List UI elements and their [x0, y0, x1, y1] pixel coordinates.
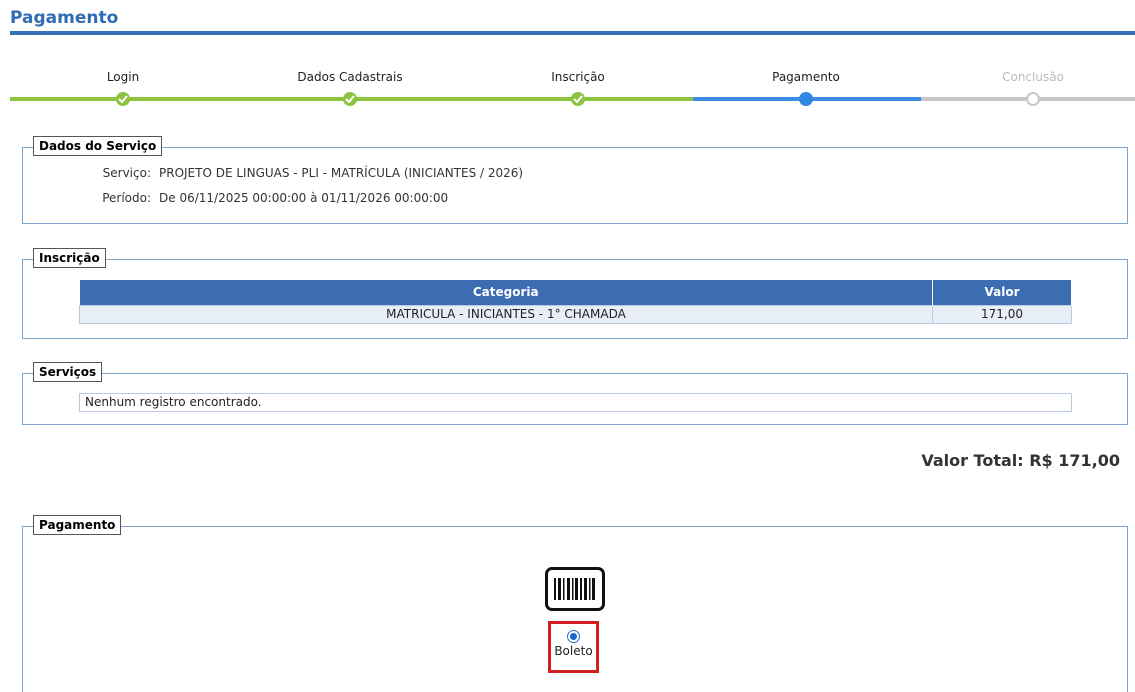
service-legend: Dados do Serviço	[33, 136, 163, 156]
pending-step-dot	[1026, 92, 1040, 106]
table-header-row: Categoria Valor	[79, 280, 1072, 305]
title-divider	[10, 31, 1135, 35]
period-row: Período: De 06/11/2025 00:00:00 à 01/11/2…	[83, 191, 448, 205]
step-pagamento: Pagamento	[772, 70, 840, 84]
step-conclusao: Conclusão	[1002, 70, 1064, 84]
table-row: MATRICULA - INICIANTES - 1° CHAMADA 171,…	[79, 304, 1072, 324]
cell-categoria: MATRICULA - INICIANTES - 1° CHAMADA	[79, 304, 933, 324]
column-header-categoria: Categoria	[79, 280, 933, 305]
boleto-label: Boleto	[554, 644, 593, 658]
step-dados-cadastrais: Dados Cadastrais	[297, 70, 403, 84]
step-login: Login	[106, 70, 140, 84]
service-label: Serviço:	[102, 166, 151, 180]
check-icon	[116, 92, 130, 106]
payment-legend: Pagamento	[33, 515, 122, 535]
total-value: Valor Total: R$ 171,00	[921, 451, 1120, 470]
barcode-icon[interactable]	[545, 567, 605, 611]
current-step-dot	[799, 92, 813, 106]
inscription-legend: Inscrição	[33, 248, 106, 268]
cell-valor: 171,00	[932, 304, 1072, 324]
boleto-radio[interactable]	[567, 630, 580, 643]
service-panel: Dados do Serviço Serviço: PROJETO DE LING…	[22, 136, 1128, 224]
services-panel: Serviços Nenhum registro encontrado.	[22, 362, 1128, 425]
service-value: PROJETO DE LINGUAS - PLI - MATRÍCULA (IN…	[159, 166, 524, 180]
column-header-valor: Valor	[932, 280, 1072, 305]
check-icon	[571, 92, 585, 106]
page-title: Pagamento	[10, 8, 119, 28]
check-icon	[343, 92, 357, 106]
empty-message: Nenhum registro encontrado.	[79, 393, 1072, 412]
step-inscricao: Inscrição	[551, 70, 605, 84]
boleto-option[interactable]: Boleto	[548, 621, 599, 673]
service-row: Serviço: PROJETO DE LINGUAS - PLI - MATRÍ…	[83, 166, 523, 180]
period-value: De 06/11/2025 00:00:00 à 01/11/2026 00:0…	[159, 191, 449, 205]
period-label: Período:	[102, 191, 151, 205]
inscription-table: Categoria Valor MATRICULA - INICIANTES -…	[79, 280, 1072, 324]
progress-stepper: Login Dados Cadastrais Inscrição Pagamen…	[0, 60, 1135, 110]
services-legend: Serviços	[33, 362, 103, 382]
inscription-panel: Inscrição Categoria Valor MATRICULA - IN…	[22, 248, 1128, 339]
